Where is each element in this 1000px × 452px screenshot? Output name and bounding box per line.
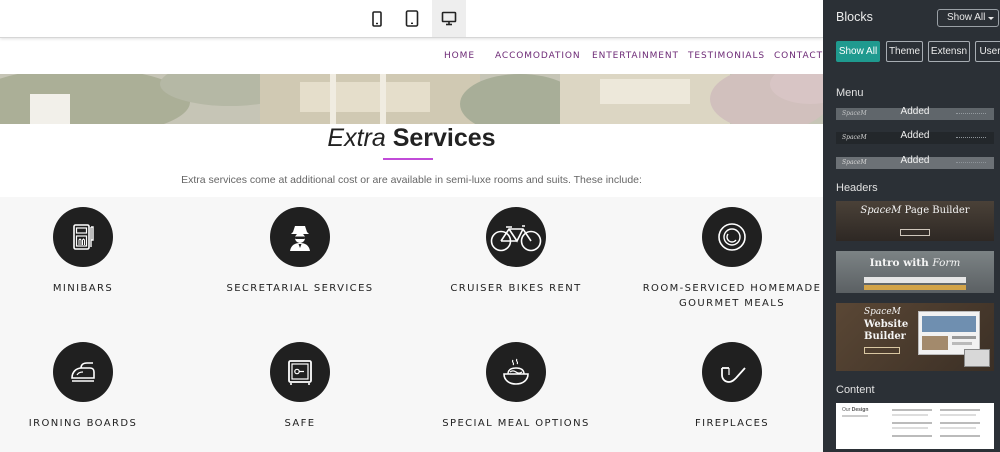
blocks-filter-dropdown[interactable]: Show All: [937, 9, 999, 27]
device-toolbar: [0, 0, 823, 38]
thumb-brand: SpaceM: [860, 205, 902, 216]
service-label: SECRETARIAL SERVICES: [226, 283, 374, 294]
agent-icon: [270, 207, 330, 267]
title-underline: [383, 158, 433, 160]
tablet-icon: [405, 10, 419, 27]
service-label: MINIBARS: [52, 283, 114, 294]
pipe-icon: [702, 342, 762, 402]
caret-down-icon: [988, 17, 994, 20]
service-item: SECRETARIAL SERVICES: [200, 207, 400, 296]
panel-title: Blocks: [836, 10, 873, 24]
nav-entertainment[interactable]: ENTERTAINMENT: [592, 51, 679, 61]
desktop-icon: [441, 11, 457, 26]
iron-icon: [53, 342, 113, 402]
thumb-title-a: Our: [842, 407, 851, 413]
page-preview: HOME ACCOMODATION ENTERTAINMENT TESTIMON…: [0, 0, 823, 452]
tablet-view-button[interactable]: [395, 0, 429, 37]
builder-canvas: HOME ACCOMODATION ENTERTAINMENT TESTIMON…: [0, 0, 1000, 452]
services-title: Extra Services: [0, 124, 823, 152]
service-item: FIREPLACES: [632, 342, 823, 431]
plate-icon: [702, 207, 762, 267]
filter-theme[interactable]: Theme: [886, 41, 923, 62]
section-content: Content: [836, 384, 875, 396]
service-item: SPECIAL MEAL OPTIONS: [416, 342, 616, 431]
section-menu: Menu: [836, 87, 864, 99]
thumb-title: Page Builder: [904, 205, 970, 216]
dropdown-value: Show All: [947, 12, 986, 23]
added-label: Added: [900, 130, 930, 141]
thumb-line2: Builder: [864, 331, 906, 342]
service-label: SAFE: [284, 418, 316, 429]
phone-icon: [372, 10, 382, 27]
added-label: Added: [900, 155, 930, 166]
thumb-title-b: Design: [851, 407, 869, 413]
header-block-thumb[interactable]: SpaceM Page Builder: [836, 201, 994, 241]
service-item: SAFE: [200, 342, 400, 431]
filter-extensn[interactable]: Extensn: [928, 41, 970, 62]
blocks-panel: Blocks Show All Show All Theme Extensn U…: [823, 0, 1000, 452]
service-item: MINIBARS: [0, 207, 183, 296]
filter-show-all[interactable]: Show All: [836, 41, 880, 62]
added-label: Added: [900, 106, 930, 117]
minibar-icon: [53, 207, 113, 267]
thumb-brand: SpaceM: [864, 307, 901, 317]
phone-view-button[interactable]: [360, 0, 394, 37]
nav-home[interactable]: HOME: [444, 51, 475, 61]
nav-testimonials[interactable]: TESTIMONIALS: [688, 51, 765, 61]
site-navigation: HOME ACCOMODATION ENTERTAINMENT TESTIMON…: [0, 38, 823, 74]
thumb-line1: Website: [864, 319, 909, 330]
service-item: IRONING BOARDS: [0, 342, 183, 431]
services-subtitle: Extra services come at additional cost o…: [181, 174, 642, 186]
service-label: SPECIAL MEAL OPTIONS: [442, 418, 590, 429]
filter-user[interactable]: User: [975, 41, 1000, 62]
service-item: ROOM-SERVICED HOMEMADE GOURMET MEALS: [632, 207, 823, 311]
bicycle-icon: [486, 207, 546, 267]
services-grid: MINIBARS SECRETARIAL SERVICES CRUISER BI…: [0, 197, 823, 452]
service-item: CRUISER BIKES RENT: [416, 207, 616, 296]
service-label: IRONING BOARDS: [28, 418, 138, 429]
menu-block-thumb[interactable]: SpaceM Added: [836, 155, 994, 169]
hero-image: [0, 74, 823, 124]
service-label: ROOM-SERVICED HOMEMADE GOURMET MEALS: [642, 283, 822, 309]
title-italic: Extra: [327, 124, 386, 152]
section-headers: Headers: [836, 182, 878, 194]
header-block-thumb[interactable]: Intro with Form: [836, 251, 994, 293]
noodles-icon: [486, 342, 546, 402]
thumb-title: Intro with: [869, 257, 929, 269]
title-bold: Services: [392, 124, 496, 152]
desktop-view-button[interactable]: [432, 0, 466, 37]
safe-icon: [270, 342, 330, 402]
menu-block-thumb[interactable]: SpaceM Added: [836, 130, 994, 144]
content-block-thumb[interactable]: Our Design: [836, 403, 994, 449]
nav-accomodation[interactable]: ACCOMODATION: [495, 51, 581, 61]
service-label: FIREPLACES: [694, 418, 770, 429]
menu-block-thumb[interactable]: SpaceM Added: [836, 106, 994, 120]
header-block-thumb[interactable]: SpaceM Website Builder: [836, 303, 994, 371]
service-label: CRUISER BIKES RENT: [450, 283, 582, 294]
nav-contacts[interactable]: CONTACTS: [774, 51, 823, 61]
thumb-title-italic: Form: [932, 257, 961, 269]
